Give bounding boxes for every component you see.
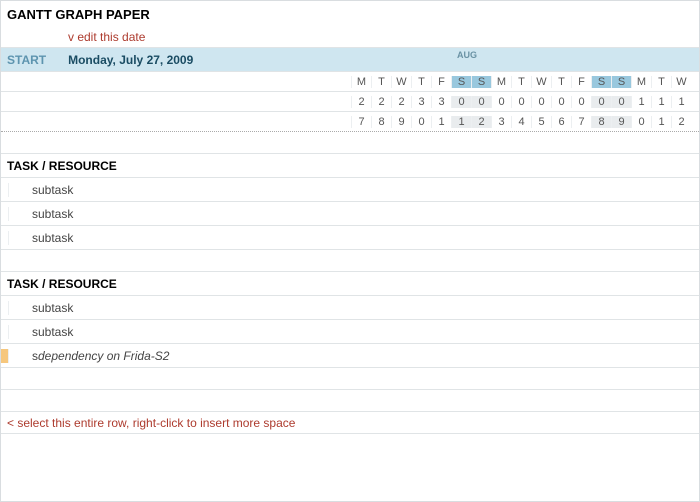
day-cell[interactable]: 0 xyxy=(411,116,431,128)
day-cell[interactable]: 6 xyxy=(551,116,571,128)
task-row[interactable]: subtask xyxy=(1,178,699,202)
task-row[interactable]: sudependency on Frida-S2 xyxy=(1,344,699,368)
day-cell[interactable]: 0 xyxy=(451,96,471,108)
row-gutter xyxy=(1,207,9,221)
date-row-2: 78901123456789012 xyxy=(1,112,699,132)
day-cell[interactable]: T xyxy=(511,76,531,88)
day-cell[interactable]: 0 xyxy=(471,96,491,108)
day-cell[interactable]: 1 xyxy=(631,96,651,108)
date-row-1: 22233000000000111 xyxy=(1,92,699,112)
day-cell[interactable]: 0 xyxy=(631,116,651,128)
subtask-label: subtask xyxy=(9,325,73,339)
day-cell[interactable]: T xyxy=(371,76,391,88)
day-cell[interactable]: S xyxy=(611,76,631,88)
empty-row[interactable] xyxy=(1,132,699,154)
day-cell[interactable]: 1 xyxy=(431,116,451,128)
day-cell[interactable]: 7 xyxy=(571,116,591,128)
day-cell[interactable]: 9 xyxy=(391,116,411,128)
day-cell[interactable]: W xyxy=(391,76,411,88)
task-header: TASK / RESOURCE xyxy=(1,277,117,291)
insert-hint[interactable]: < select this entire row, right-click to… xyxy=(1,416,295,430)
day-cell[interactable]: 7 xyxy=(351,116,371,128)
day-letter-row: MTWTFSSMTWTFSSMTW xyxy=(1,72,699,92)
day-cell[interactable]: 3 xyxy=(411,96,431,108)
day-cell[interactable]: 8 xyxy=(371,116,391,128)
title-row: GANTT GRAPH PAPER xyxy=(1,1,699,26)
month-label: AUG xyxy=(454,50,480,60)
row-gutter xyxy=(1,301,9,315)
task-row[interactable]: subtask xyxy=(1,226,699,250)
task-header-row[interactable]: TASK / RESOURCE xyxy=(1,154,699,178)
task-row[interactable]: subtask xyxy=(1,320,699,344)
row-gutter xyxy=(1,325,9,339)
day-cell[interactable]: 4 xyxy=(511,116,531,128)
day-cell[interactable]: S xyxy=(471,76,491,88)
day-cell[interactable]: 1 xyxy=(451,116,471,128)
day-cell[interactable]: 0 xyxy=(611,96,631,108)
day-cell[interactable]: M xyxy=(491,76,511,88)
day-cell[interactable]: T xyxy=(411,76,431,88)
insert-hint-row[interactable]: < select this entire row, right-click to… xyxy=(1,412,699,434)
start-row: START Monday, July 27, 2009 AUG xyxy=(1,48,699,72)
task-row[interactable]: subtask xyxy=(1,296,699,320)
row-gutter xyxy=(1,183,9,197)
empty-row[interactable] xyxy=(1,250,699,272)
day-cell[interactable]: 2 xyxy=(371,96,391,108)
day-cell[interactable]: 0 xyxy=(571,96,591,108)
day-cell[interactable]: 2 xyxy=(351,96,371,108)
page-title: GANTT GRAPH PAPER xyxy=(1,1,156,26)
day-cell[interactable]: 0 xyxy=(491,96,511,108)
row-gutter xyxy=(1,349,9,363)
day-cell[interactable]: T xyxy=(651,76,671,88)
day-cell[interactable]: 1 xyxy=(671,96,691,108)
day-cell[interactable]: 2 xyxy=(391,96,411,108)
empty-row[interactable] xyxy=(1,390,699,412)
empty-row[interactable] xyxy=(1,368,699,390)
day-cell[interactable]: 1 xyxy=(651,96,671,108)
subtask-label: subtask xyxy=(9,231,73,245)
start-date[interactable]: Monday, July 27, 2009 xyxy=(68,53,193,67)
start-label: START xyxy=(1,53,68,67)
day-cell[interactable]: 0 xyxy=(511,96,531,108)
day-cell[interactable]: M xyxy=(351,76,371,88)
day-cell[interactable]: T xyxy=(551,76,571,88)
day-cell[interactable]: S xyxy=(591,76,611,88)
day-cell[interactable]: 0 xyxy=(551,96,571,108)
day-cell[interactable]: 2 xyxy=(471,116,491,128)
task-row[interactable]: subtask xyxy=(1,202,699,226)
day-cell[interactable]: F xyxy=(571,76,591,88)
day-cell[interactable]: 0 xyxy=(531,96,551,108)
day-cell[interactable]: W xyxy=(671,76,691,88)
task-header: TASK / RESOURCE xyxy=(1,159,117,173)
day-cell[interactable]: F xyxy=(431,76,451,88)
day-cell[interactable]: 2 xyxy=(671,116,691,128)
day-cell[interactable]: 0 xyxy=(591,96,611,108)
edit-hint-row: v edit this date xyxy=(1,26,699,48)
edit-date-hint[interactable]: v edit this date xyxy=(1,30,145,44)
day-cell[interactable]: S xyxy=(451,76,471,88)
day-cell[interactable]: 3 xyxy=(491,116,511,128)
gantt-grid: GANTT GRAPH PAPER v edit this date START… xyxy=(0,0,700,502)
day-cell[interactable]: 3 xyxy=(431,96,451,108)
day-cell[interactable]: 1 xyxy=(651,116,671,128)
row-gutter xyxy=(1,231,9,245)
task-header-row[interactable]: TASK / RESOURCE xyxy=(1,272,699,296)
day-cell[interactable]: M xyxy=(631,76,651,88)
day-cell[interactable]: 5 xyxy=(531,116,551,128)
subtask-label: subtask xyxy=(9,183,73,197)
day-cell[interactable]: 8 xyxy=(591,116,611,128)
day-cell[interactable]: 9 xyxy=(611,116,631,128)
subtask-label: subtask xyxy=(9,301,73,315)
subtask-label: subtask xyxy=(9,207,73,221)
day-cell[interactable]: W xyxy=(531,76,551,88)
dependency-label: dependency on Frida-S2 xyxy=(38,349,169,363)
